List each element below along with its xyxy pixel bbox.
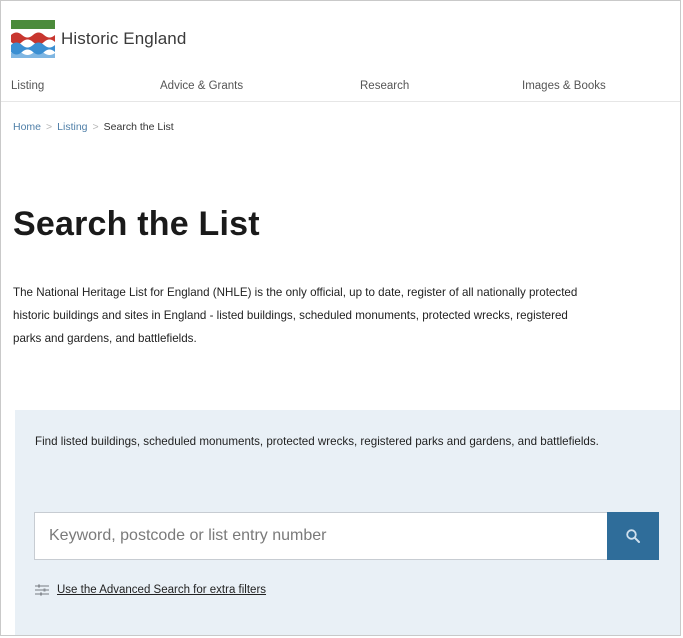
nav-item-listing[interactable]: Listing (11, 80, 44, 92)
nav-item-images-books[interactable]: Images & Books (522, 80, 606, 92)
search-panel: Find listed buildings, scheduled monumen… (15, 410, 680, 635)
advanced-search-link[interactable]: Use the Advanced Search for extra filter… (57, 584, 266, 596)
intro-paragraph: The National Heritage List for England (… (13, 286, 578, 345)
advanced-search-row: Use the Advanced Search for extra filter… (35, 584, 266, 596)
breadcrumb-current: Search the List (103, 121, 174, 133)
logo-waves-icon (11, 20, 55, 58)
breadcrumb-separator: > (92, 121, 99, 133)
historic-england-logo[interactable] (11, 20, 55, 58)
page-title: Search the List (13, 205, 260, 243)
filter-sliders-icon (35, 584, 49, 596)
brand-name: Historic England (61, 29, 187, 48)
breadcrumb-separator: > (46, 121, 53, 133)
main-nav: Listing Advice & Grants Research Images … (1, 75, 680, 102)
page-frame: Historic England Listing Advice & Grants… (0, 0, 681, 636)
breadcrumb-home[interactable]: Home (13, 121, 41, 133)
search-icon (626, 529, 640, 543)
site-header: Historic England (11, 20, 186, 58)
search-input[interactable] (34, 512, 607, 560)
nav-item-advice-grants[interactable]: Advice & Grants (160, 80, 243, 92)
search-description: Find listed buildings, scheduled monumen… (35, 435, 599, 448)
search-button[interactable] (607, 512, 659, 560)
breadcrumb: Home > Listing > Search the List (13, 121, 174, 133)
breadcrumb-listing[interactable]: Listing (57, 121, 87, 133)
nav-item-research[interactable]: Research (360, 80, 409, 92)
